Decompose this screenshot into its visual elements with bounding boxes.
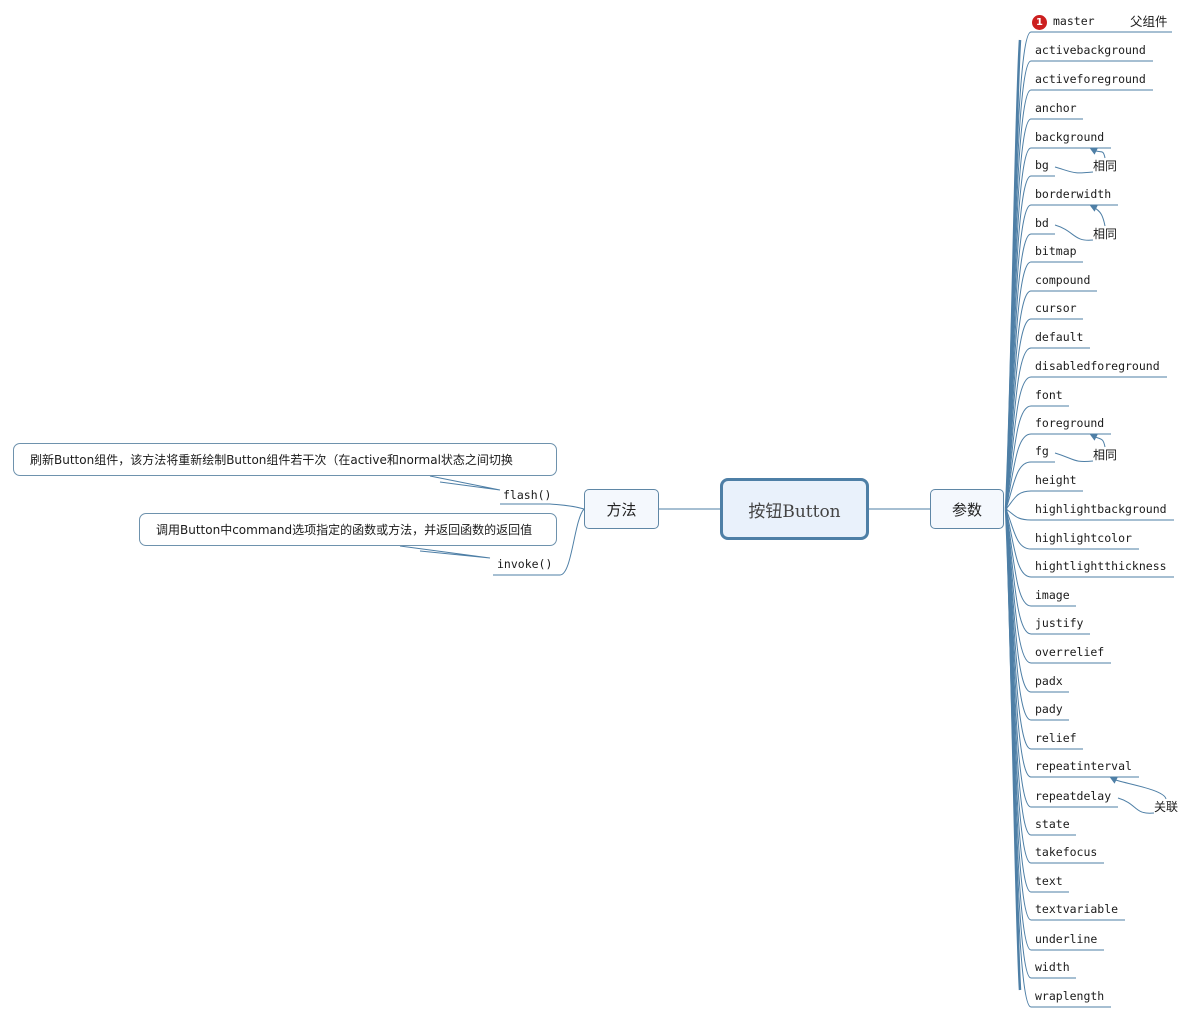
note-flash: 刷新Button组件，该方法将重新绘制Button组件若干次（在active和n…: [13, 443, 557, 476]
param-takefocus[interactable]: takefocus: [1035, 845, 1097, 859]
relation-label-repeatdelay: 关联: [1154, 800, 1179, 814]
param-foreground[interactable]: foreground: [1035, 416, 1104, 430]
param-underline[interactable]: underline: [1035, 932, 1097, 946]
param-compound[interactable]: compound: [1035, 273, 1090, 287]
param-fg[interactable]: fg: [1035, 444, 1049, 458]
param-justify[interactable]: justify: [1035, 616, 1083, 630]
param-image[interactable]: image: [1035, 588, 1070, 602]
param-cursor[interactable]: cursor: [1035, 301, 1077, 315]
param-bitmap[interactable]: bitmap: [1035, 244, 1077, 258]
param-padx[interactable]: padx: [1035, 674, 1063, 688]
param-highlightbackground[interactable]: highlightbackground: [1035, 502, 1167, 516]
method-flash[interactable]: flash(): [503, 488, 551, 502]
relation-label-bd: 相同: [1093, 227, 1118, 241]
param-master[interactable]: master: [1053, 14, 1095, 28]
param-background[interactable]: background: [1035, 130, 1104, 144]
master-note: 父组件: [1130, 14, 1168, 29]
param-activeforeground[interactable]: activeforeground: [1035, 72, 1146, 86]
param-font[interactable]: font: [1035, 388, 1063, 402]
note-invoke: 调用Button中command选项指定的函数或方法，并返回函数的返回值: [139, 513, 557, 546]
param-pady[interactable]: pady: [1035, 702, 1063, 716]
param-activebackground[interactable]: activebackground: [1035, 43, 1146, 57]
note-invoke-text: 调用Button中command选项指定的函数或方法，并返回函数的返回值: [156, 523, 533, 537]
param-textvariable[interactable]: textvariable: [1035, 902, 1118, 916]
priority-1-icon: 1: [1032, 15, 1047, 30]
root-label: 按钮Button: [748, 501, 841, 522]
param-wraplength[interactable]: wraplength: [1035, 989, 1104, 1003]
param-bd[interactable]: bd: [1035, 216, 1049, 230]
branch-params-label: 参数: [951, 500, 982, 519]
relation-label-fg: 相同: [1093, 448, 1118, 462]
param-borderwidth[interactable]: borderwidth: [1035, 187, 1111, 201]
branch-methods-label: 方法: [606, 500, 637, 519]
note-flash-text: 刷新Button组件，该方法将重新绘制Button组件若干次（在active和n…: [30, 453, 513, 467]
param-overrelief[interactable]: overrelief: [1035, 645, 1104, 659]
branch-methods[interactable]: 方法: [584, 489, 659, 529]
param-highlightcolor[interactable]: highlightcolor: [1035, 531, 1132, 545]
relation-label-bg: 相同: [1093, 159, 1118, 173]
param-height[interactable]: height: [1035, 473, 1077, 487]
param-repeatdelay[interactable]: repeatdelay: [1035, 789, 1111, 803]
param-relief[interactable]: relief: [1035, 731, 1077, 745]
param-anchor[interactable]: anchor: [1035, 101, 1077, 115]
param-hightlightthickness[interactable]: hightlightthickness: [1035, 559, 1167, 573]
branch-params[interactable]: 参数: [930, 489, 1004, 529]
param-width[interactable]: width: [1035, 960, 1070, 974]
method-invoke[interactable]: invoke(): [497, 557, 552, 571]
param-text[interactable]: text: [1035, 874, 1063, 888]
param-default[interactable]: default: [1035, 330, 1083, 344]
param-disabledforeground[interactable]: disabledforeground: [1035, 359, 1160, 373]
param-repeatinterval[interactable]: repeatinterval: [1035, 759, 1132, 773]
root-node[interactable]: 按钮Button: [720, 478, 869, 540]
param-state[interactable]: state: [1035, 817, 1070, 831]
param-bg[interactable]: bg: [1035, 158, 1049, 172]
